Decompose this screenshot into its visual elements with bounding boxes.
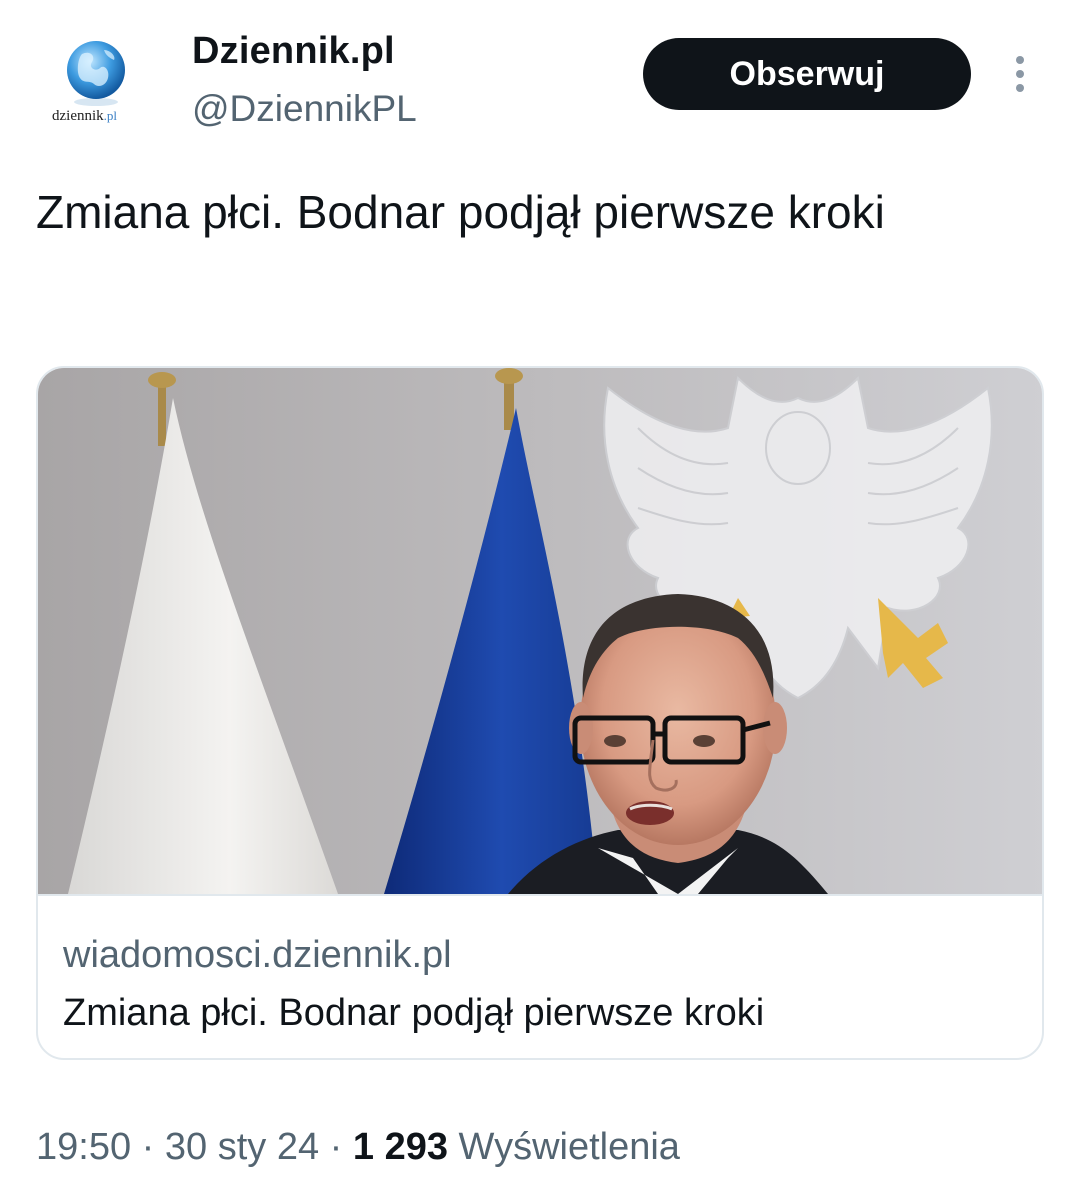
card-domain: wiadomosci.dziennik.pl: [63, 934, 452, 976]
views-count: 1 293: [352, 1126, 448, 1168]
globe-icon: [67, 41, 125, 106]
card-image[interactable]: [38, 368, 1042, 894]
views-label[interactable]: Wyświetlenia: [459, 1126, 680, 1168]
more-vertical-icon: [1016, 56, 1024, 92]
tweet-meta: 19:50 · 30 sty 24 · 1 293 Wyświetlenia: [36, 1126, 680, 1169]
link-card[interactable]: wiadomosci.dziennik.pl Zmiana płci. Bodn…: [36, 366, 1044, 1060]
card-title: Zmiana płci. Bodnar podjął pierwsze krok…: [63, 992, 765, 1034]
meta-separator: ·: [329, 1126, 343, 1168]
tweet-date[interactable]: 30 sty 24: [165, 1126, 319, 1168]
avatar[interactable]: dziennik.pl: [38, 28, 158, 138]
account-name[interactable]: Dziennik.pl: [192, 30, 395, 73]
tweet-header: dziennik.pl Dziennik.pl @DziennikPL Obse…: [0, 0, 1080, 150]
tweet-text: Zmiana płci. Bodnar podjął pierwsze krok…: [36, 186, 885, 238]
meta-separator: ·: [141, 1126, 155, 1168]
account-handle[interactable]: @DziennikPL: [192, 88, 417, 130]
card-divider: [38, 894, 1042, 896]
avatar-logo-text: dziennik.pl: [52, 108, 118, 124]
tweet-time[interactable]: 19:50: [36, 1126, 131, 1168]
follow-button[interactable]: Obserwuj: [643, 38, 971, 110]
more-options-button[interactable]: [1006, 52, 1034, 96]
